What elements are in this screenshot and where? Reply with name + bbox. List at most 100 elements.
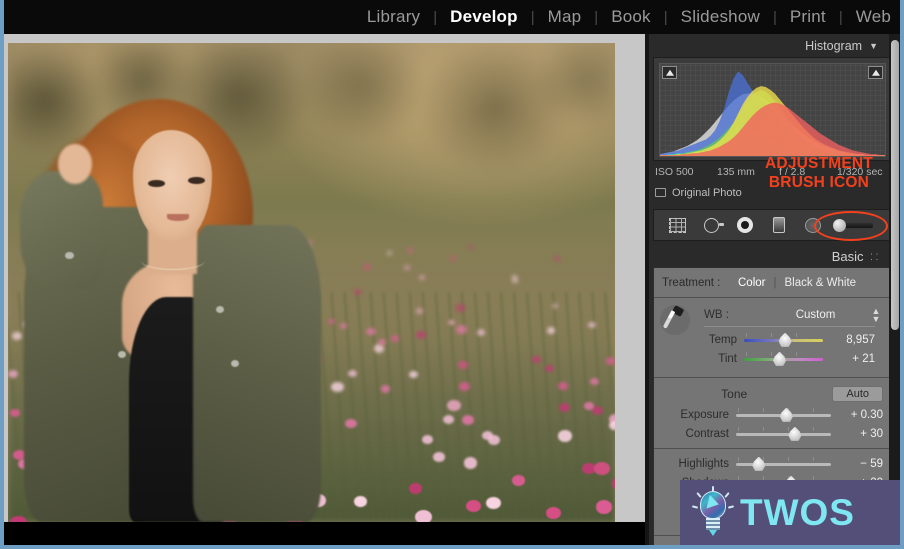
adjustment-brush-tool[interactable] [830, 212, 876, 238]
slider-row-highlights[interactable]: Highlights − 59 [654, 454, 891, 473]
adjustment-brush-icon [833, 217, 873, 233]
radial-filter-tool[interactable] [796, 212, 830, 238]
auto-tone-button[interactable]: Auto [832, 386, 883, 402]
scrollbar-thumb[interactable] [890, 40, 899, 330]
flower-blossom [415, 308, 423, 314]
flower-blossom [595, 500, 613, 514]
basic-panel-header[interactable]: Basic ⸬ [645, 245, 900, 267]
flower-blossom [409, 370, 418, 379]
highlight-clipping-icon[interactable] [868, 66, 883, 79]
flower-blossom [512, 475, 526, 486]
histogram-plot[interactable] [659, 63, 886, 157]
slider-track-temp[interactable] [744, 332, 823, 347]
spot-removal-icon [703, 217, 724, 233]
flower-blossom [8, 369, 19, 379]
slider-track-tint[interactable] [744, 351, 823, 366]
flower-blossom [415, 510, 433, 522]
tone-header-row: Tone Auto [654, 383, 891, 405]
treatment-option-black-and-white[interactable]: Black & White [784, 277, 856, 289]
histogram-curves [660, 71, 885, 156]
histogram-title: Histogram [805, 38, 863, 53]
slider-value-tint[interactable]: + 21 [823, 353, 875, 365]
red-eye-correction-tool[interactable] [728, 212, 762, 238]
flower-blossom [421, 435, 433, 444]
flower-blossom [404, 265, 410, 270]
slider-row-exposure[interactable]: Exposure + 0.30 [654, 405, 891, 424]
flower-blossom [465, 499, 481, 512]
flower-blossom [544, 364, 554, 373]
flower-blossom [609, 420, 615, 430]
slider-value-contrast[interactable]: + 30 [831, 428, 883, 440]
slider-value-highlights[interactable]: − 59 [831, 458, 883, 470]
flower-blossom [461, 415, 474, 426]
flower-blossom [449, 255, 456, 261]
window-border-bottom [0, 545, 904, 549]
tool-strip [653, 209, 892, 241]
original-photo-checkbox-icon[interactable] [655, 188, 666, 197]
white-balance-value: Custom [795, 309, 836, 321]
flower-blossom [456, 325, 467, 334]
slider-row-temp[interactable]: Temp 8,957 [662, 330, 883, 349]
flower-blossom [459, 381, 471, 391]
histogram-panel-header[interactable]: Histogram ▼ [645, 34, 900, 57]
module-tab-print[interactable]: Print [777, 7, 839, 27]
tone-label: Tone [721, 387, 748, 401]
white-balance-section: WB : Custom ▲ ▼ Temp 8,957 Tint + 21 [654, 298, 891, 378]
treatment-option-color[interactable]: Color [738, 277, 765, 289]
crop-overlay-tool[interactable] [660, 212, 694, 238]
flower-blossom [485, 496, 502, 510]
flower-blossom [532, 356, 541, 363]
white-balance-row[interactable]: WB : Custom ▲ ▼ [662, 305, 883, 325]
module-picker-bar: Library | Develop | Map | Book | Slideshow | Print… [0, 0, 904, 34]
iso-value: ISO 500 [655, 166, 694, 178]
module-tab-library[interactable]: Library [354, 7, 433, 27]
annotation-line-2: BRUSH ICON [768, 174, 870, 191]
right-panel-scrollbar[interactable] [889, 34, 900, 545]
slider-row-contrast[interactable]: Contrast + 30 [654, 424, 891, 443]
flower-blossom [477, 329, 486, 337]
flower-blossom [481, 430, 493, 441]
radial-filter-icon [805, 217, 821, 233]
slider-row-tint[interactable]: Tint + 21 [662, 349, 883, 368]
watermark: TWOS [680, 480, 900, 545]
module-tab-slideshow[interactable]: Slideshow [668, 7, 773, 27]
bulb-tip [709, 529, 717, 536]
slider-track-exposure[interactable] [736, 407, 831, 422]
flower-blossom [455, 304, 466, 313]
shadow-clipping-icon[interactable] [662, 66, 677, 79]
slider-value-exposure[interactable]: + 0.30 [831, 409, 883, 421]
flower-blossom [408, 483, 423, 495]
slider-track-contrast[interactable] [736, 426, 831, 441]
treatment-section: Treatment : Color | Black & White [654, 268, 891, 298]
flower-blossom [590, 377, 600, 385]
brush-stalk [842, 222, 873, 228]
crop-overlay-icon [668, 217, 686, 233]
basic-collapse-icon[interactable]: ⸬ [871, 250, 878, 263]
subject-necklace [140, 252, 205, 270]
module-tab-map[interactable]: Map [535, 7, 595, 27]
chevron-down-icon[interactable]: ▼ [869, 41, 878, 51]
bulb-ray-1 [696, 491, 702, 498]
slider-ticks [738, 426, 829, 431]
white-balance-selector-icon[interactable] [660, 305, 690, 335]
slider-value-temp[interactable]: 8,957 [823, 334, 875, 346]
slider-ticks [738, 456, 829, 461]
slider-track-highlights[interactable] [736, 456, 831, 471]
photo-preview[interactable] [8, 43, 615, 522]
white-balance-sliders: Temp 8,957 Tint + 21 [662, 330, 883, 368]
window-border-right [900, 0, 904, 549]
module-tab-book[interactable]: Book [598, 7, 664, 27]
white-balance-stepper-icon[interactable]: ▲ ▼ [869, 307, 883, 324]
flower-blossom [611, 476, 615, 490]
flower-blossom [467, 244, 473, 250]
subject-mouth [166, 213, 190, 221]
window-border-left [0, 0, 4, 549]
graduated-filter-tool[interactable] [762, 212, 796, 238]
flower-blossom [546, 506, 562, 519]
subject-arm [20, 170, 103, 288]
flower-blossom [587, 321, 597, 329]
module-tab-develop[interactable]: Develop [437, 7, 531, 27]
spot-removal-tool[interactable] [694, 212, 728, 238]
photo-subject [20, 72, 396, 522]
module-tab-web[interactable]: Web [843, 7, 904, 27]
